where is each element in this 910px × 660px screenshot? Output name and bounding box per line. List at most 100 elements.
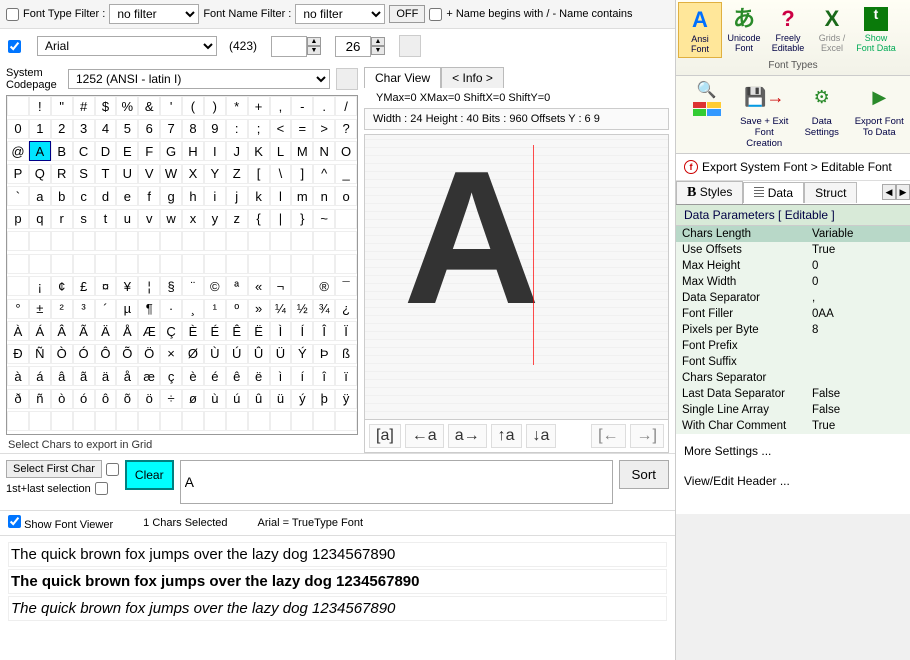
char-cell[interactable]: V [138, 164, 160, 184]
char-cell[interactable] [313, 254, 335, 274]
char-cell[interactable] [73, 231, 95, 251]
char-cell[interactable]: a [29, 186, 51, 206]
char-cell[interactable] [182, 411, 204, 431]
char-cell[interactable]: ê [226, 366, 248, 386]
char-cell[interactable]: ò [51, 389, 73, 409]
char-cell[interactable]: ¼ [270, 299, 292, 319]
char-cell[interactable]: ä [95, 366, 117, 386]
char-cell[interactable]: 0 [7, 119, 29, 139]
char-cell[interactable]: K [248, 141, 270, 161]
char-cell[interactable]: Í [291, 321, 313, 341]
param-row[interactable]: Use OffsetsTrue [676, 242, 910, 258]
char-cell[interactable]: û [248, 389, 270, 409]
char-cell[interactable]: 6 [138, 119, 160, 139]
char-cell[interactable]: À [7, 321, 29, 341]
char-cell[interactable]: Ñ [29, 344, 51, 364]
char-cell[interactable]: l [270, 186, 292, 206]
char-cell[interactable] [270, 411, 292, 431]
char-cell[interactable]: × [160, 344, 182, 364]
char-cell[interactable]: f [138, 186, 160, 206]
param-row[interactable]: Chars Separator [676, 370, 910, 386]
char-cell[interactable] [116, 254, 138, 274]
char-cell[interactable]: } [291, 209, 313, 229]
font-index-down[interactable]: ▼ [307, 46, 321, 55]
char-cell[interactable] [182, 254, 204, 274]
char-cell[interactable]: ¢ [51, 276, 73, 296]
char-cell[interactable] [313, 231, 335, 251]
char-cell[interactable] [160, 231, 182, 251]
char-cell[interactable]: Q [29, 164, 51, 184]
tool-shift-right[interactable]: a→ [448, 424, 487, 448]
char-cell[interactable]: î [313, 366, 335, 386]
char-cell[interactable]: + [248, 96, 270, 116]
char-cell[interactable]: N [313, 141, 335, 161]
char-cell[interactable]: Y [204, 164, 226, 184]
char-cell[interactable]: ó [73, 389, 95, 409]
char-cell[interactable]: O [335, 141, 357, 161]
filter-enable-checkbox[interactable] [6, 8, 19, 21]
char-cell[interactable]: ) [204, 96, 226, 116]
char-cell[interactable]: ¡ [29, 276, 51, 296]
char-cell[interactable]: ^ [313, 164, 335, 184]
ribbon-save-exit[interactable]: 💾→ Save + Exit Font Creation [736, 78, 794, 151]
param-row[interactable]: With Char CommentTrue [676, 418, 910, 434]
char-cell[interactable]: Z [226, 164, 248, 184]
char-cell[interactable] [291, 254, 313, 274]
char-cell[interactable] [138, 254, 160, 274]
char-cell[interactable]: ¨ [182, 276, 204, 296]
param-row[interactable]: Last Data SeparatorFalse [676, 386, 910, 402]
char-cell[interactable]: ¦ [138, 276, 160, 296]
char-cell[interactable]: c [73, 186, 95, 206]
char-cell[interactable]: ] [291, 164, 313, 184]
char-cell[interactable] [51, 411, 73, 431]
char-cell[interactable] [73, 411, 95, 431]
char-cell[interactable]: £ [73, 276, 95, 296]
char-cell[interactable]: ¥ [116, 276, 138, 296]
char-cell[interactable]: Æ [138, 321, 160, 341]
char-cell[interactable]: Ì [270, 321, 292, 341]
param-row[interactable]: Max Height0 [676, 258, 910, 274]
char-cell[interactable]: ' [160, 96, 182, 116]
char-cell[interactable]: ¸ [182, 299, 204, 319]
char-cell[interactable]: ` [7, 186, 29, 206]
char-cell[interactable]: U [116, 164, 138, 184]
char-cell[interactable] [95, 231, 117, 251]
char-cell[interactable]: Ù [204, 344, 226, 364]
char-cell[interactable]: è [182, 366, 204, 386]
char-cell[interactable]: / [335, 96, 357, 116]
char-cell[interactable]: s [73, 209, 95, 229]
char-cell[interactable]: > [313, 119, 335, 139]
char-cell[interactable]: m [291, 186, 313, 206]
ribbon-grids-excel[interactable]: X Grids / Excel [810, 2, 854, 58]
char-cell[interactable]: » [248, 299, 270, 319]
char-cell[interactable]: W [160, 164, 182, 184]
char-cell[interactable]: ö [138, 389, 160, 409]
char-cell[interactable] [291, 276, 313, 296]
more-settings-link[interactable]: More Settings ... [684, 444, 902, 458]
char-cell[interactable]: k [248, 186, 270, 206]
ribbon-data-settings[interactable]: ⚙ Data Settings [793, 78, 851, 151]
char-cell[interactable] [226, 254, 248, 274]
char-cell[interactable]: Ó [73, 344, 95, 364]
char-cell[interactable]: . [313, 96, 335, 116]
char-cell[interactable]: S [73, 164, 95, 184]
char-cell[interactable]: 1 [29, 119, 51, 139]
char-cell[interactable] [29, 231, 51, 251]
char-cell[interactable]: § [160, 276, 182, 296]
char-cell[interactable]: R [51, 164, 73, 184]
nav-next-char[interactable]: →] [630, 424, 664, 448]
char-cell[interactable]: ª [226, 276, 248, 296]
char-cell[interactable]: r [51, 209, 73, 229]
char-cell[interactable]: ( [182, 96, 204, 116]
char-cell[interactable]: é [204, 366, 226, 386]
char-cell[interactable] [248, 231, 270, 251]
char-cell[interactable] [335, 231, 357, 251]
nav-prev-char[interactable]: [← [591, 424, 625, 448]
tabs-scroll-right[interactable]: ▶ [896, 184, 910, 200]
char-cell[interactable]: â [51, 366, 73, 386]
char-cell[interactable]: ø [182, 389, 204, 409]
char-cell[interactable]: 9 [204, 119, 226, 139]
first-last-checkbox[interactable] [95, 482, 108, 495]
char-cell[interactable]: Ê [226, 321, 248, 341]
char-cell[interactable]: T [95, 164, 117, 184]
